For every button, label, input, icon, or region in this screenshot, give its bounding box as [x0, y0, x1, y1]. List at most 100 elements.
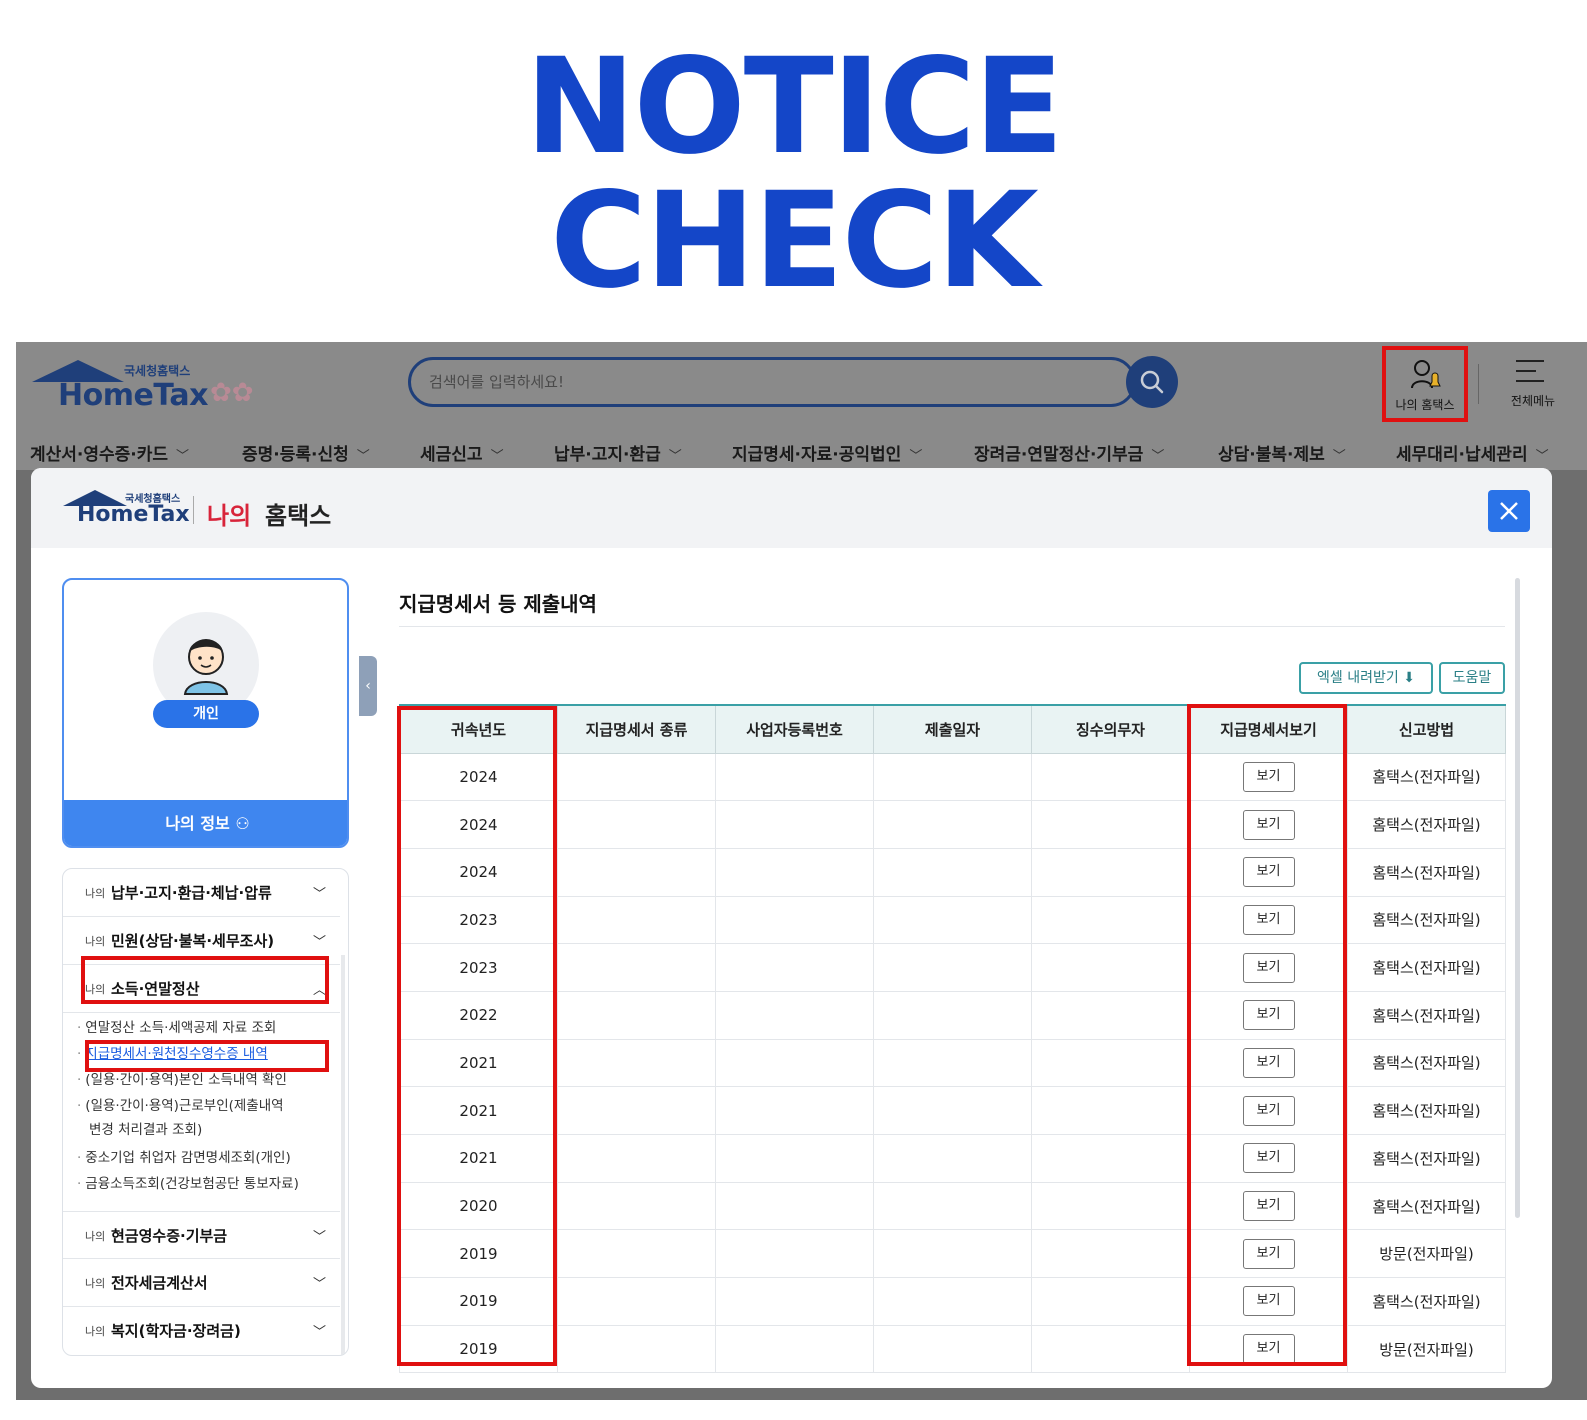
type-cell: [557, 1086, 716, 1135]
submit-date-cell: [873, 1134, 1032, 1183]
left-menu-scrollbar[interactable]: [341, 955, 345, 1355]
type-cell: [557, 848, 716, 897]
all-menu-label: 전체메뉴: [1510, 394, 1556, 408]
help-button[interactable]: 도움말: [1439, 662, 1505, 694]
submenu-item[interactable]: · (일용·간이·용역)본인 소득내역 확인: [77, 1069, 287, 1091]
all-menu-button[interactable]: 전체메뉴: [1498, 356, 1568, 416]
method-cell: 홈택스(전자파일): [1347, 1277, 1506, 1326]
header-divider: [1478, 364, 1479, 404]
blossom-icon: ✿✿: [210, 378, 254, 408]
search-button[interactable]: [1126, 356, 1178, 408]
submit-date-cell: [873, 896, 1032, 945]
highlight-view-column: [1187, 704, 1347, 1366]
method-cell: 홈택스(전자파일): [1347, 896, 1506, 945]
method-cell: 홈택스(전자파일): [1347, 753, 1506, 802]
modal-header: 국세청홈택스 HomeTax 나의 홈택스: [31, 468, 1552, 548]
nav-item-payment-statement[interactable]: 지급명세·자료·공익법인 ﹀: [732, 440, 922, 465]
withholder-cell: [1031, 1229, 1190, 1279]
top-header: 국세청홈택스 HomeTax ✿✿ 나의 홈택스 전체메뉴 계산서·영수증·카드…: [16, 342, 1587, 470]
hometax-logo[interactable]: 국세청홈택스 HomeTax ✿✿: [32, 356, 292, 416]
submit-date-cell: [873, 1039, 1032, 1088]
submit-date-cell: [873, 848, 1032, 897]
close-icon: [1500, 502, 1518, 520]
heading-line-2: CHECK: [550, 164, 1039, 318]
business-number-cell: [715, 848, 874, 897]
chevron-down-icon: ﹀: [1535, 449, 1549, 464]
nav-item-consult[interactable]: 상담·불복·제보 ﹀: [1218, 440, 1346, 465]
nav-item-certificate[interactable]: 증명·등록·신청 ﹀: [242, 440, 370, 465]
submenu-item[interactable]: · 연말정산 소득·세액공제 자료 조회: [77, 1017, 276, 1039]
notice-heading: NOTICE CHECK: [0, 40, 1587, 308]
chevron-down-icon: ﹀: [1332, 449, 1346, 464]
menu-section-payment[interactable]: 나의 납부·고지·환급·체납·압류 ﹀: [63, 869, 340, 917]
chevron-down-icon: ﹀: [313, 1277, 327, 1292]
withholder-cell: [1031, 1325, 1190, 1374]
withholder-cell: [1031, 943, 1190, 992]
method-cell: 홈택스(전자파일): [1347, 1182, 1506, 1231]
menu-section-welfare[interactable]: 나의 복지(학자금·장려금) ﹀: [63, 1307, 340, 1355]
withholder-cell: [1031, 1086, 1190, 1135]
logo-small-text: 국세청홈택스: [124, 364, 191, 378]
nav-item-incentive[interactable]: 장려금·연말정산·기부금 ﹀: [974, 440, 1164, 465]
business-number-cell: [715, 1277, 874, 1326]
submenu-item[interactable]: · 중소기업 취업자 감면명세조회(개인): [77, 1147, 291, 1169]
nav-item-tax-agent[interactable]: 세무대리·납세관리 ﹀: [1396, 440, 1549, 465]
business-number-cell: [715, 991, 874, 1040]
hometax-screenshot: 국세청홈택스 HomeTax ✿✿ 나의 홈택스 전체메뉴 계산서·영수증·카드…: [16, 342, 1587, 1400]
my-info-button[interactable]: 나의 정보 ⚇: [64, 800, 347, 846]
title-divider: [399, 626, 1505, 627]
search-input[interactable]: [429, 370, 1069, 394]
my-hometax-button[interactable]: 나의 홈택스: [1382, 346, 1468, 422]
menu-section-cash-receipt[interactable]: 나의 현금영수증·기부금 ﹀: [63, 1211, 340, 1259]
method-cell: 방문(전자파일): [1347, 1325, 1506, 1374]
nav-item-invoice[interactable]: 계산서·영수증·카드 ﹀: [30, 440, 189, 465]
excel-download-button[interactable]: 엑셀 내려받기 ⬇: [1299, 662, 1433, 694]
logo-text: HomeTax: [58, 378, 209, 413]
main-nav: 계산서·영수증·카드 ﹀ 증명·등록·신청 ﹀ 세금신고 ﹀ 납부·고지·환급 ﹀ 지급…: [16, 440, 1587, 470]
business-number-cell: [715, 1039, 874, 1088]
col-header-business-number: 사업자등록번호: [715, 704, 874, 754]
heading-line-1: NOTICE: [525, 30, 1064, 184]
chevron-down-icon: ﹀: [313, 1230, 327, 1245]
highlight-income-section: [81, 956, 329, 1004]
chevron-down-icon: ﹀: [1151, 449, 1165, 464]
withholder-cell: [1031, 991, 1190, 1040]
type-cell: [557, 753, 716, 802]
nav-item-payment[interactable]: 납부·고지·환급 ﹀: [554, 440, 682, 465]
method-cell: 홈택스(전자파일): [1347, 991, 1506, 1040]
business-number-cell: [715, 1229, 874, 1279]
user-type-badge: 개인: [153, 700, 259, 728]
logo-divider: [193, 496, 194, 524]
submit-date-cell: [873, 1277, 1032, 1326]
chevron-down-icon: ﹀: [490, 449, 504, 464]
type-cell: [557, 1277, 716, 1326]
highlight-year-column: [397, 706, 557, 1366]
method-cell: 홈택스(전자파일): [1347, 943, 1506, 992]
withholder-cell: [1031, 896, 1190, 945]
submit-date-cell: [873, 1086, 1032, 1135]
submenu-item-continued[interactable]: 변경 처리결과 조회): [89, 1119, 202, 1141]
profile-card: 개인 나의 정보 ⚇: [62, 578, 349, 848]
collapse-panel-handle[interactable]: ‹: [359, 656, 377, 716]
submit-date-cell: [873, 943, 1032, 992]
submenu-item[interactable]: · 금융소득조회(건강보험공단 통보자료): [77, 1173, 299, 1195]
method-cell: 홈택스(전자파일): [1347, 800, 1506, 849]
withholder-cell: [1031, 800, 1190, 849]
content-scrollbar[interactable]: [1515, 578, 1520, 1218]
my-hometax-modal: 국세청홈택스 HomeTax 나의 홈택스 개인 나의 정보 ⚇ ‹ 나의 납부·…: [31, 468, 1552, 1388]
method-cell: 홈택스(전자파일): [1347, 1086, 1506, 1135]
download-icon: ⬇: [1403, 670, 1415, 686]
submit-date-cell: [873, 753, 1032, 802]
business-number-cell: [715, 1325, 874, 1374]
my-hometax-label: 나의 홈택스: [1395, 398, 1455, 412]
menu-section-e-invoice[interactable]: 나의 전자세금계산서 ﹀: [63, 1259, 340, 1307]
close-button[interactable]: [1488, 490, 1530, 532]
modal-title-my: 나의: [207, 502, 252, 530]
submit-date-cell: [873, 991, 1032, 1040]
content-title: 지급명세서 등 제출내역: [399, 592, 597, 616]
modal-logo-text: HomeTax: [77, 502, 190, 527]
nav-item-tax-report[interactable]: 세금신고 ﹀: [420, 440, 504, 465]
highlight-payment-statement-link: [85, 1040, 329, 1072]
withholder-cell: [1031, 1039, 1190, 1088]
submenu-item[interactable]: · (일용·간이·용역)근로부인(제출내역: [77, 1095, 284, 1117]
